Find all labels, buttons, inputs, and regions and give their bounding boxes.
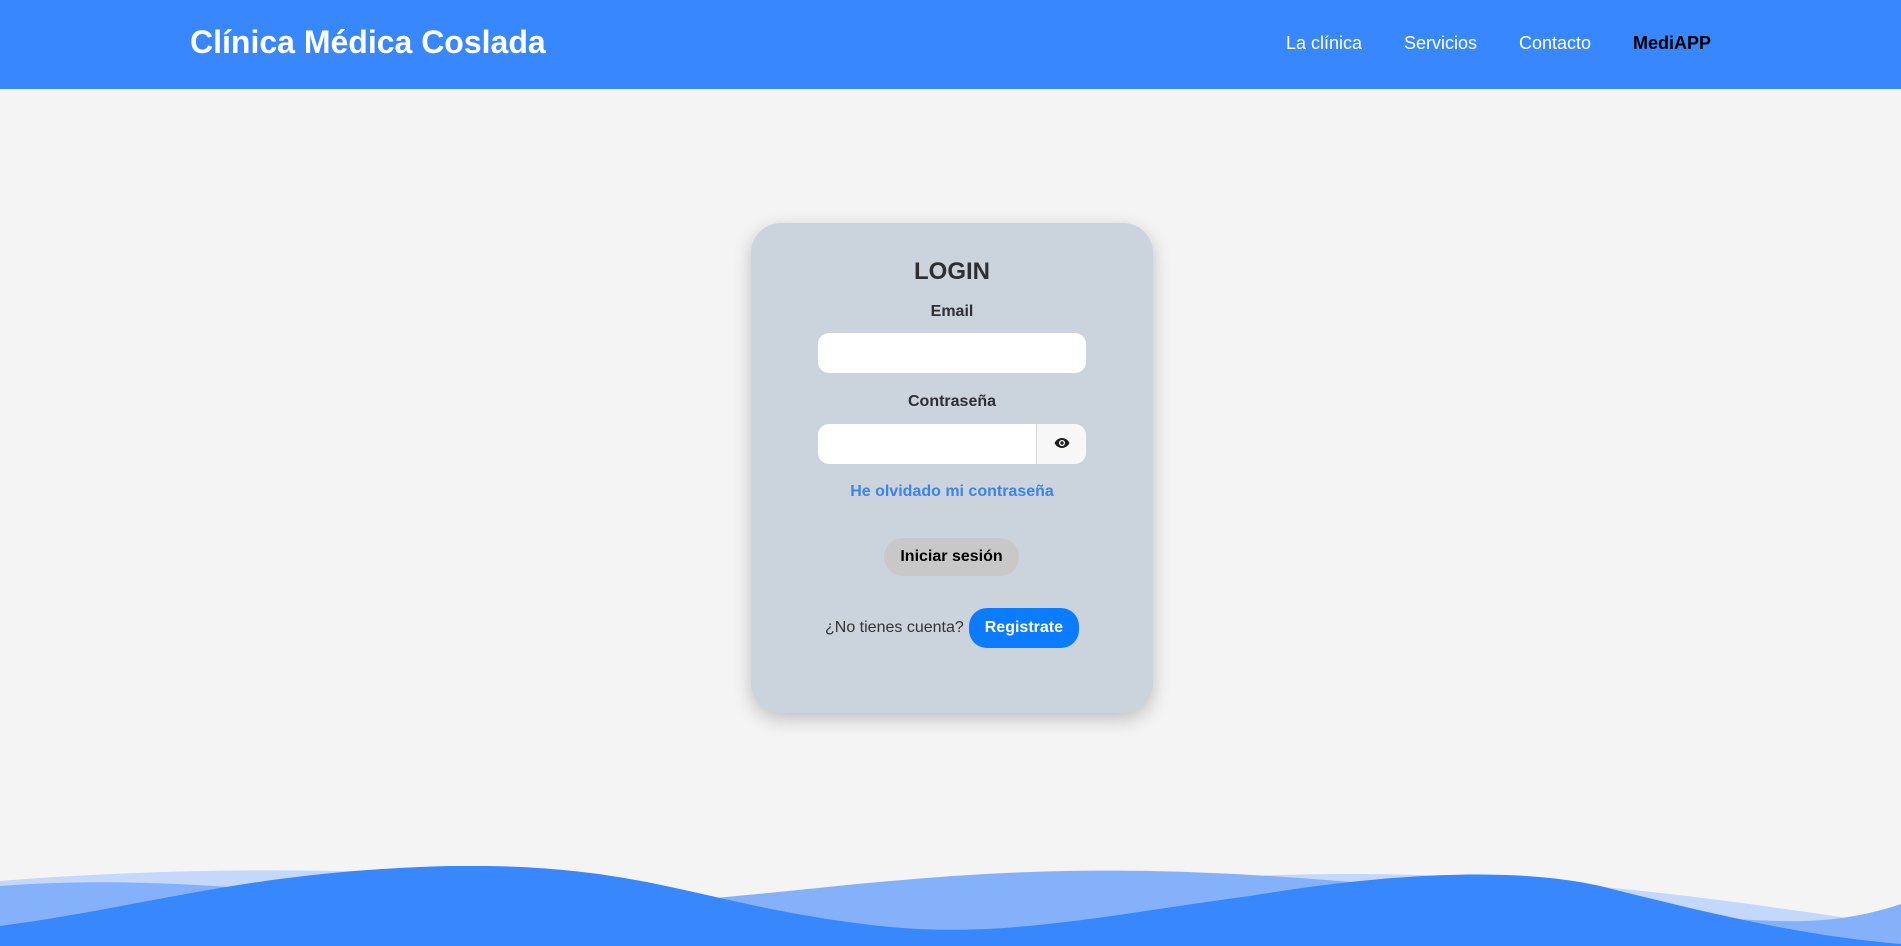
nav-link-servicios[interactable]: Servicios	[1404, 33, 1477, 54]
login-title: LOGIN	[914, 258, 990, 285]
register-question: ¿No tienes cuenta?	[825, 619, 964, 636]
register-row: ¿No tienes cuenta? Registrate	[751, 608, 1153, 648]
footer-waves	[0, 866, 1901, 946]
brand-title[interactable]: Clínica Médica Coslada	[190, 24, 546, 61]
nav-link-la-clinica[interactable]: La clínica	[1286, 33, 1362, 54]
login-submit-button[interactable]: Iniciar sesión	[884, 538, 1019, 576]
login-card: LOGIN Email Contraseña He olvidado mi co…	[751, 223, 1153, 713]
top-navbar: Clínica Médica Coslada La clínica Servic…	[0, 0, 1901, 89]
password-label: Contraseña	[907, 393, 997, 410]
password-field[interactable]	[818, 424, 1036, 464]
toggle-password-button[interactable]	[1036, 424, 1086, 464]
nav-link-mediapp[interactable]: MediAPP	[1633, 33, 1711, 54]
register-button[interactable]: Registrate	[968, 608, 1079, 648]
forgot-password-link[interactable]: He olvidado mi contraseña	[751, 483, 1153, 501]
email-label: Email	[930, 303, 974, 320]
eye-icon	[1054, 437, 1070, 452]
email-field[interactable]	[818, 333, 1086, 373]
nav-link-contacto[interactable]: Contacto	[1519, 33, 1591, 54]
